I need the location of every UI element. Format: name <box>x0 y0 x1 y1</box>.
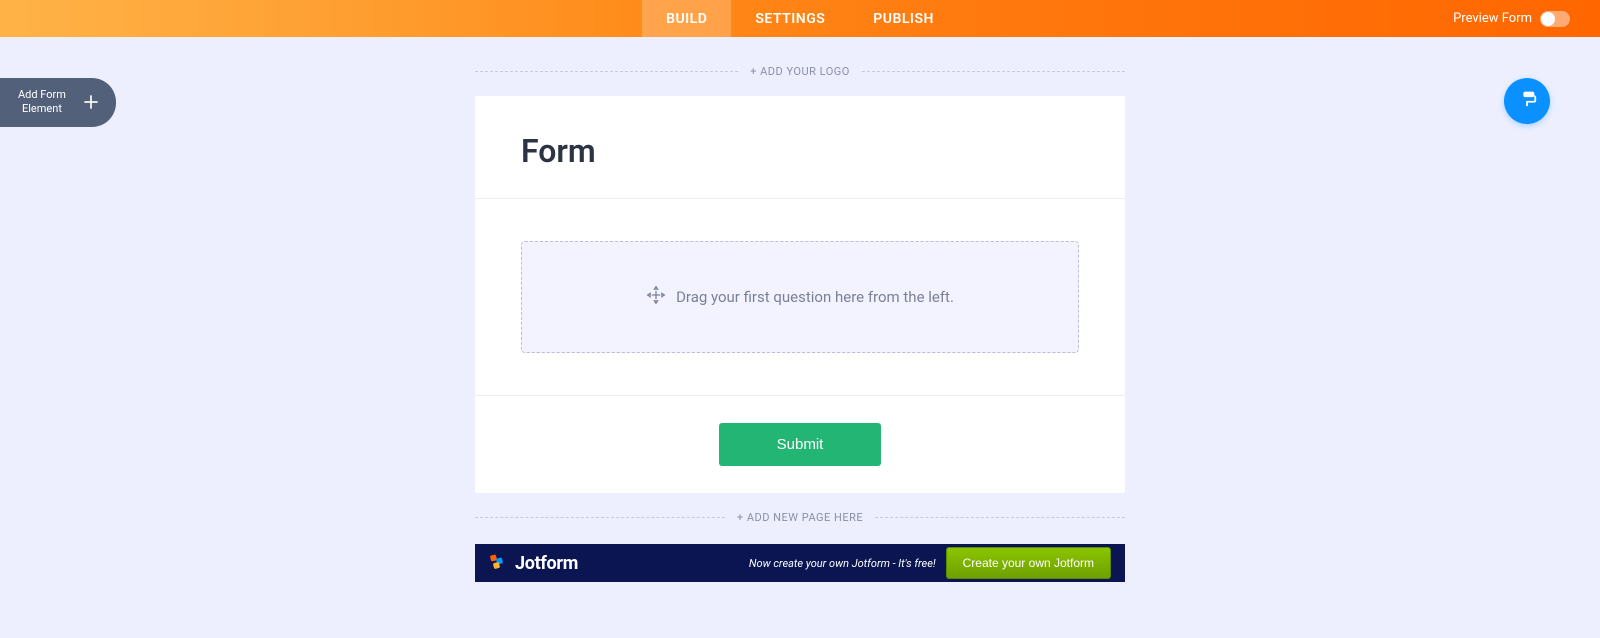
tab-publish[interactable]: PUBLISH <box>849 0 958 37</box>
promo-right: Now create your own Jotform - It's free!… <box>749 547 1111 579</box>
dashed-line <box>875 517 1125 518</box>
add-logo-button[interactable]: + ADD YOUR LOGO <box>750 65 850 78</box>
submit-button[interactable]: Submit <box>719 423 882 466</box>
toggle-knob <box>1541 12 1555 26</box>
add-logo-row: + ADD YOUR LOGO <box>475 65 1125 78</box>
dashed-line <box>475 71 738 72</box>
preview-form-group: Preview Form <box>1453 0 1570 37</box>
add-page-row: + ADD NEW PAGE HERE <box>475 511 1125 524</box>
jotform-icon <box>489 552 507 574</box>
nav-tabs: BUILD SETTINGS PUBLISH <box>642 0 958 37</box>
drop-zone[interactable]: Drag your first question here from the l… <box>521 241 1079 353</box>
form-title: Form <box>521 132 1079 170</box>
brand-logo[interactable]: Jotform <box>489 552 578 574</box>
dashed-line <box>475 517 725 518</box>
add-form-element-label: Add Form Element <box>18 88 66 117</box>
preview-form-label: Preview Form <box>1453 11 1532 26</box>
form-header[interactable]: Form <box>475 96 1125 199</box>
promo-text: Now create your own Jotform - It's free! <box>749 557 936 570</box>
design-fab-button[interactable] <box>1504 78 1550 124</box>
tab-settings[interactable]: SETTINGS <box>731 0 849 37</box>
move-icon <box>646 285 666 309</box>
form-footer: Submit <box>475 395 1125 493</box>
dashed-line <box>862 71 1125 72</box>
promo-bar: Jotform Now create your own Jotform - It… <box>475 544 1125 582</box>
paint-roller-icon <box>1516 88 1538 114</box>
tab-build[interactable]: BUILD <box>642 0 731 37</box>
add-page-button[interactable]: + ADD NEW PAGE HERE <box>737 511 863 524</box>
drop-zone-text: Drag your first question here from the l… <box>676 288 954 306</box>
plus-icon <box>80 91 102 113</box>
brand-name: Jotform <box>515 553 578 574</box>
add-form-element-button[interactable]: Add Form Element <box>0 78 116 127</box>
main-area: + ADD YOUR LOGO Form Drag your first que… <box>475 65 1125 582</box>
form-body: Drag your first question here from the l… <box>475 199 1125 395</box>
top-nav: BUILD SETTINGS PUBLISH Preview Form <box>0 0 1600 37</box>
preview-form-toggle[interactable] <box>1540 11 1570 27</box>
form-card: Form Drag your first question here from … <box>475 96 1125 493</box>
create-jotform-button[interactable]: Create your own Jotform <box>946 547 1111 579</box>
